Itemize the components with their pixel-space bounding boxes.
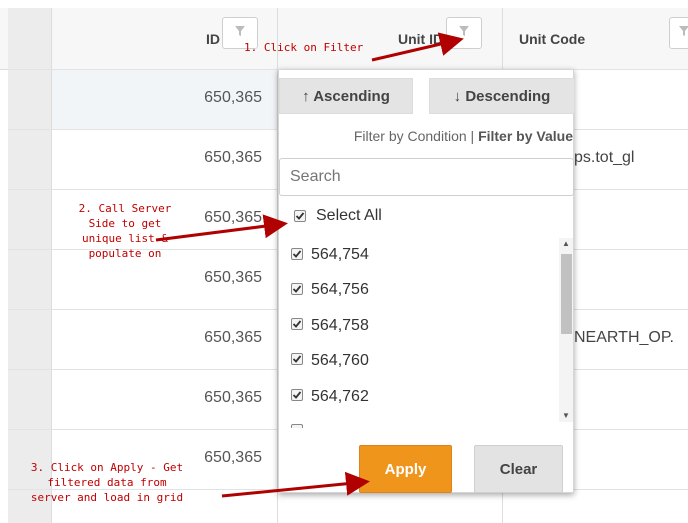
select-all-checkbox[interactable]	[294, 210, 306, 222]
annotation-line: populate on	[88, 247, 162, 260]
value-checkbox[interactable]	[291, 389, 303, 401]
filter-by-condition-link[interactable]: Filter by Condition	[354, 128, 467, 144]
annotation-step-3: 3. Click on Apply - Get filtered data fr…	[10, 460, 204, 505]
cell-unit-code[interactable]: ps.tot_gl	[574, 149, 634, 167]
cell-id[interactable]: 650,365	[52, 89, 262, 107]
scroll-up-icon[interactable]: ▲	[562, 240, 570, 248]
check-icon	[292, 250, 302, 258]
value-checkbox[interactable]	[291, 318, 303, 330]
filter-icon	[678, 24, 688, 42]
sort-descending-button[interactable]: ↓ Descending	[429, 78, 575, 114]
filter-icon	[458, 24, 470, 42]
filter-dropdown-panel: ↑ Ascending ↓ Descending Filter by Condi…	[278, 69, 575, 493]
cell-id[interactable]: 650,365	[52, 149, 262, 167]
check-icon	[295, 212, 305, 220]
column-header-id[interactable]: ID	[206, 8, 220, 69]
grid-divider	[51, 8, 52, 523]
sort-ascending-button[interactable]: ↑ Ascending	[279, 78, 413, 114]
select-all-label[interactable]: Select All	[316, 207, 382, 225]
annotation-step-2: 2. Call Server Side to get unique list &…	[57, 201, 193, 261]
value-checkbox-partial[interactable]	[291, 424, 303, 428]
check-icon	[292, 355, 302, 363]
value-checkbox[interactable]	[291, 283, 303, 295]
value-checkbox[interactable]	[291, 353, 303, 365]
apply-button[interactable]: Apply	[359, 445, 452, 493]
filter-button-unit-id[interactable]	[446, 17, 482, 49]
separator: |	[470, 128, 475, 144]
column-header-unit-code[interactable]: Unit Code	[519, 8, 585, 69]
annotation-line: 2. Call Server	[78, 202, 172, 215]
cell-unit-code[interactable]: NEARTH_OP.	[574, 329, 674, 347]
annotation-line: 3. Click on Apply - Get	[30, 461, 184, 474]
value-label[interactable]: 564,756	[311, 281, 369, 299]
value-label[interactable]: 564,758	[311, 317, 369, 335]
cell-id[interactable]: 650,365	[52, 269, 262, 287]
annotation-line: server and load in grid	[30, 491, 184, 504]
check-icon	[292, 285, 302, 293]
check-icon	[292, 320, 302, 328]
cell-id[interactable]: 650,365	[52, 389, 262, 407]
clear-button[interactable]: Clear	[474, 445, 563, 493]
value-checkbox[interactable]	[291, 248, 303, 260]
annotation-line: filtered data from	[47, 476, 167, 489]
search-input[interactable]	[279, 158, 574, 196]
row-header-column	[8, 8, 52, 523]
filter-by-value-link[interactable]: Filter by Value	[478, 128, 573, 144]
cell-id[interactable]: 650,365	[52, 329, 262, 347]
scroll-down-icon[interactable]: ▼	[562, 412, 570, 420]
value-label[interactable]: 564,762	[311, 388, 369, 406]
value-label[interactable]: 564,754	[311, 246, 369, 264]
annotation-step-1: 1. Click on Filter	[244, 41, 364, 54]
annotation-line: Side to get	[88, 217, 162, 230]
filter-button-unit-code[interactable]	[669, 17, 688, 49]
value-label[interactable]: 564,760	[311, 352, 369, 370]
check-icon	[292, 391, 302, 399]
scrollbar-thumb[interactable]	[561, 254, 572, 334]
filter-mode-switch: Filter by Condition | Filter by Value	[354, 128, 573, 144]
column-header-unit-id[interactable]: Unit ID	[398, 8, 443, 69]
annotation-line: unique list &	[81, 232, 169, 245]
